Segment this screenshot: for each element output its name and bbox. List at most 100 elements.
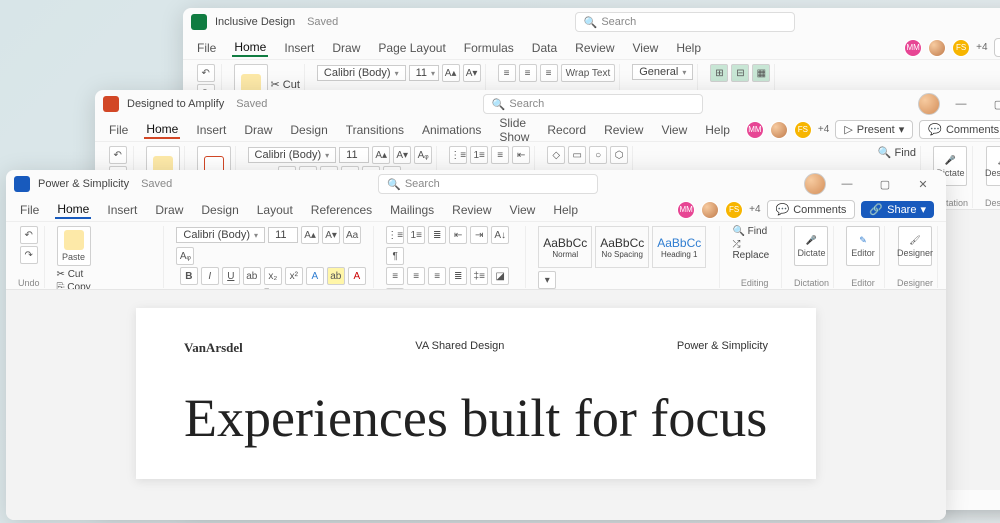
comments-button[interactable]: 💬 Comments (919, 120, 1000, 139)
present-button[interactable]: ▷ Present ▾ (835, 120, 913, 139)
font-name[interactable]: Calibri (Body) (248, 147, 337, 163)
redo-button[interactable]: ↷ (20, 246, 38, 264)
search-box[interactable]: 🔍 Search (575, 12, 795, 32)
numbering[interactable]: 1≡ (470, 146, 488, 164)
search-box[interactable]: 🔍 Search (378, 174, 598, 194)
minimize-button[interactable]: — (830, 172, 864, 196)
collab-avatar-photo[interactable] (701, 201, 719, 219)
menu-insert[interactable]: Insert (282, 39, 316, 57)
numbering[interactable]: 1≡ (407, 226, 425, 244)
underline[interactable]: U (222, 267, 240, 285)
bullets[interactable]: ⋮≡ (449, 146, 467, 164)
menu-mailings[interactable]: Mailings (388, 201, 436, 219)
menu-help[interactable]: Help (551, 201, 580, 219)
minimize-button[interactable]: — (944, 92, 978, 116)
collab-extra[interactable]: +4 (818, 124, 829, 135)
menu-page-layout[interactable]: Page Layout (376, 39, 447, 57)
styles-more[interactable]: ▾ (538, 271, 556, 289)
search-box[interactable]: 🔍 Search (483, 94, 703, 114)
subscript[interactable]: x₂ (264, 267, 282, 285)
align-left[interactable]: ≡ (386, 267, 404, 285)
find-button[interactable]: 🔍 Find (732, 226, 777, 237)
comments-button[interactable]: 💬 Comments (994, 38, 1000, 57)
bullets[interactable]: ⋮≡ (386, 226, 404, 244)
highlight[interactable]: ab (327, 267, 345, 285)
cut-button[interactable]: ✂ Cut (57, 269, 130, 280)
menu-view[interactable]: View (508, 201, 538, 219)
menu-draw[interactable]: Draw (153, 201, 185, 219)
collab-avatar-photo[interactable] (770, 121, 788, 139)
designer-button[interactable]: 🖌Designer (898, 226, 932, 266)
menu-design[interactable]: Design (288, 121, 329, 139)
menu-file[interactable]: File (107, 121, 130, 139)
undo-button[interactable]: ↶ (20, 226, 38, 244)
collab-extra[interactable]: +4 (976, 42, 987, 53)
menu-draw[interactable]: Draw (330, 39, 362, 57)
change-case[interactable]: Aa (343, 226, 361, 244)
align-right[interactable]: ≡ (540, 64, 558, 82)
clear-formatting[interactable]: Aᵩ (176, 247, 194, 265)
share-button[interactable]: 🔗 Share ▾ (861, 201, 934, 218)
align-right[interactable]: ≡ (428, 267, 446, 285)
cut-button[interactable]: ✂ Cut (271, 78, 300, 91)
menu-transitions[interactable]: Transitions (344, 121, 406, 139)
menu-formulas[interactable]: Formulas (462, 39, 516, 57)
copy-button[interactable]: ⎘ Copy (57, 282, 130, 290)
menu-file[interactable]: File (18, 201, 41, 219)
wrap-text[interactable]: Wrap Text (561, 64, 616, 82)
user-avatar[interactable] (804, 173, 826, 195)
style-no-spacing[interactable]: AaBbCcNo Spacing (595, 226, 649, 268)
decrease-font[interactable]: A▾ (322, 226, 340, 244)
collab-avatar-mm[interactable]: MM (904, 39, 922, 57)
shading[interactable]: ◪ (491, 267, 509, 285)
maximize-button[interactable]: ▢ (868, 172, 902, 196)
bold[interactable]: B (180, 267, 198, 285)
menu-file[interactable]: File (195, 39, 218, 57)
text-effects[interactable]: A (306, 267, 324, 285)
collab-avatar-mm[interactable]: MM (677, 201, 695, 219)
italic[interactable]: I (201, 267, 219, 285)
menu-help[interactable]: Help (703, 121, 732, 139)
menu-record[interactable]: Record (545, 121, 588, 139)
doc-heading[interactable]: Experiences built for focus (184, 390, 768, 447)
collab-avatar-fs[interactable]: FS (952, 39, 970, 57)
menu-animations[interactable]: Animations (420, 121, 483, 139)
menu-references[interactable]: References (309, 201, 374, 219)
menu-slideshow[interactable]: Slide Show (497, 114, 531, 146)
align-left[interactable]: ≡ (498, 64, 516, 82)
designer-button[interactable]: 🖌Designer (986, 146, 1000, 186)
increase-font[interactable]: A▴ (442, 64, 460, 82)
collab-avatar-fs[interactable]: FS (794, 121, 812, 139)
increase-indent[interactable]: ⇥ (470, 226, 488, 244)
word-canvas[interactable]: VanArsdel VA Shared Design Power & Simpl… (6, 290, 946, 520)
collab-avatar-mm[interactable]: MM (746, 121, 764, 139)
decrease-indent[interactable]: ⇤ (449, 226, 467, 244)
font-name-select[interactable]: Calibri (Body) (317, 65, 406, 81)
dictate-button[interactable]: 🎤Dictate (794, 226, 828, 266)
menu-review[interactable]: Review (573, 39, 616, 57)
number-format[interactable]: General (632, 64, 693, 80)
menu-insert[interactable]: Insert (105, 201, 139, 219)
menu-review[interactable]: Review (450, 201, 493, 219)
find[interactable]: 🔍 Find (878, 146, 916, 159)
collab-avatar-fs[interactable]: FS (725, 201, 743, 219)
line-spacing[interactable]: ‡≡ (470, 267, 488, 285)
menu-home[interactable]: Home (144, 120, 180, 139)
menu-insert[interactable]: Insert (194, 121, 228, 139)
menu-layout[interactable]: Layout (255, 201, 295, 219)
editor-button[interactable]: ✎Editor (846, 226, 880, 266)
decrease-font[interactable]: A▾ (463, 64, 481, 82)
align-center[interactable]: ≡ (407, 267, 425, 285)
font-color[interactable]: A (348, 267, 366, 285)
menu-data[interactable]: Data (530, 39, 559, 57)
menu-view[interactable]: View (659, 121, 689, 139)
maximize-button[interactable]: ▢ (982, 92, 1000, 116)
align-center[interactable]: ≡ (519, 64, 537, 82)
style-heading1[interactable]: AaBbCcHeading 1 (652, 226, 706, 268)
menu-home[interactable]: Home (232, 38, 268, 57)
sort[interactable]: A↓ (491, 226, 509, 244)
undo-button[interactable]: ↶ (197, 64, 215, 82)
superscript[interactable]: x² (285, 267, 303, 285)
document-page[interactable]: VanArsdel VA Shared Design Power & Simpl… (136, 308, 816, 479)
format-cells[interactable]: ▦ (752, 64, 770, 82)
